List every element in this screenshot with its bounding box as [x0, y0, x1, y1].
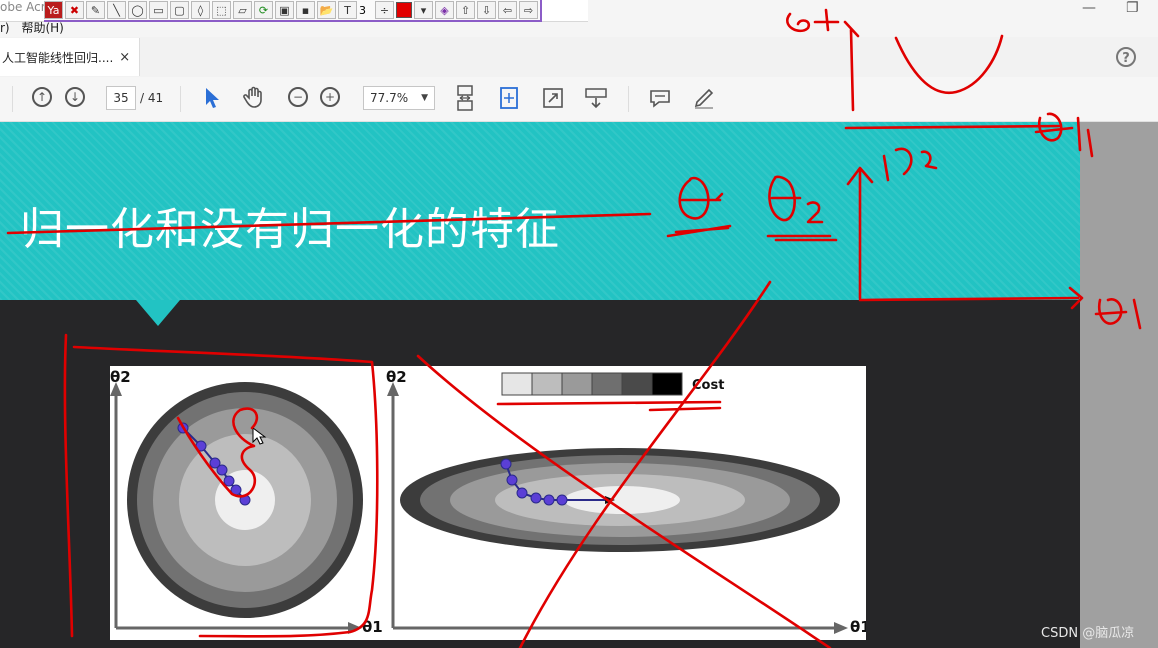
- legend-swatch: [591, 372, 623, 396]
- annotation-tools: Ya ✖ ✎ ╲ ◯ ▭ ▢ ◊ ⬚ ▱ ⟳ ▣ ▪ 📂 T 3 ÷ ▾ ◈ ⇧…: [44, 0, 542, 22]
- fit-width-icon[interactable]: [454, 84, 476, 112]
- marker-icon[interactable]: ◊: [191, 1, 210, 19]
- path-point: [216, 464, 228, 476]
- arrow-right-icon[interactable]: ⇨: [519, 1, 538, 19]
- fit-page-icon[interactable]: [498, 86, 520, 110]
- zoom-select[interactable]: 77.7% ▼: [363, 86, 435, 110]
- stepper-icon[interactable]: ÷: [375, 1, 394, 19]
- restore-icon[interactable]: ❐: [1126, 0, 1139, 16]
- left-x-arrow-icon: [348, 622, 362, 634]
- zoom-out-icon[interactable]: −: [288, 87, 308, 107]
- close-tool-icon[interactable]: ✖: [65, 1, 84, 19]
- path-point: [177, 422, 189, 434]
- select-pointer-icon[interactable]: [202, 86, 222, 110]
- path-point: [230, 484, 242, 496]
- tab-document[interactable]: 人工智能线性回归.... ×: [0, 38, 140, 76]
- path-point: [506, 474, 518, 486]
- legend-swatch: [531, 372, 563, 396]
- page-total: / 41: [140, 91, 164, 105]
- layers-icon[interactable]: ◈: [435, 1, 454, 19]
- hand-tool-icon[interactable]: [242, 84, 268, 110]
- refresh-icon[interactable]: ⟳: [254, 1, 273, 19]
- next-page-icon[interactable]: ↓: [65, 87, 85, 107]
- legend-swatch: [651, 372, 683, 396]
- watermark: CSDN @脑瓜凉: [1041, 626, 1135, 641]
- legend-label: Cost: [692, 378, 724, 393]
- minimize-icon[interactable]: —: [1082, 0, 1096, 16]
- slide-title: 归一化和没有归一化的特征: [20, 204, 560, 255]
- ink-cost-plus: [786, 8, 840, 33]
- right-y-label: θ2: [386, 368, 407, 386]
- right-x-label: θ1: [850, 618, 866, 636]
- path-point: [195, 440, 207, 452]
- cost-legend: Cost: [501, 372, 724, 396]
- toolbar-divider: [12, 86, 13, 112]
- left-x-label: θ1: [362, 618, 383, 636]
- eraser-icon[interactable]: ▱: [233, 1, 252, 19]
- document-side-area: [1080, 122, 1158, 648]
- rounded-rect-icon[interactable]: ▢: [170, 1, 189, 19]
- arrow-down-icon[interactable]: ⇩: [477, 1, 496, 19]
- right-x-arrow-icon: [834, 622, 848, 634]
- left-y-label: θ2: [110, 368, 131, 386]
- legend-swatch: [621, 372, 653, 396]
- close-icon[interactable]: ×: [119, 50, 130, 65]
- prev-page-icon[interactable]: ↑: [32, 87, 52, 107]
- tab-label: 人工智能线性回归....: [2, 50, 114, 65]
- color-dropdown-icon[interactable]: ▾: [414, 1, 433, 19]
- path-point: [543, 494, 555, 506]
- pdf-toolbar: [0, 77, 1158, 122]
- arrow-left-icon[interactable]: ⇦: [498, 1, 517, 19]
- path-point: [239, 494, 251, 506]
- app-title-fragment: obe Acr: [0, 0, 46, 14]
- path-point: [530, 492, 542, 504]
- path-point: [500, 458, 512, 470]
- select-rect-icon[interactable]: ⬚: [212, 1, 231, 19]
- zoom-in-icon[interactable]: +: [320, 87, 340, 107]
- toolbar-divider: [180, 86, 181, 112]
- pen-icon[interactable]: ✎: [86, 1, 105, 19]
- path-point: [556, 494, 568, 506]
- arrow-up-icon[interactable]: ⇧: [456, 1, 475, 19]
- page-number-input[interactable]: 35: [106, 86, 136, 110]
- ink-color-swatch[interactable]: [396, 2, 412, 18]
- zoom-value: 77.7%: [370, 91, 409, 105]
- scroll-mode-icon[interactable]: [584, 86, 608, 110]
- highlight-pen-icon[interactable]: [692, 86, 716, 110]
- comment-icon[interactable]: [648, 86, 672, 110]
- toolbar-divider: [628, 86, 629, 112]
- path-point: [516, 487, 528, 499]
- menu-bar: r) 帮助(H): [0, 19, 64, 37]
- window-icon[interactable]: ▣: [275, 1, 294, 19]
- contour-figure: θ2 θ1 θ2 θ1 Cost: [110, 368, 871, 636]
- legend-swatch: [561, 372, 593, 396]
- fullscreen-icon[interactable]: [542, 86, 564, 110]
- menu-item-fragment[interactable]: r): [0, 21, 10, 35]
- rectangle-icon[interactable]: ▭: [149, 1, 168, 19]
- help-icon[interactable]: ?: [1116, 47, 1136, 67]
- ellipse-icon[interactable]: ◯: [128, 1, 147, 19]
- text-icon[interactable]: T: [338, 1, 357, 19]
- slide-notch: [136, 300, 180, 326]
- open-icon[interactable]: 📂: [317, 1, 336, 19]
- tab-row: [0, 37, 1158, 78]
- chevron-down-icon: ▼: [421, 93, 428, 103]
- line-icon[interactable]: ╲: [107, 1, 126, 19]
- yellow-highlighter-icon[interactable]: Ya: [44, 1, 63, 19]
- figure-panel: θ2 θ1 θ2 θ1 Cost: [110, 366, 871, 640]
- line-width-value[interactable]: 3: [359, 1, 373, 19]
- legend-swatch: [501, 372, 533, 396]
- path-point: [223, 475, 235, 487]
- save-icon[interactable]: ▪: [296, 1, 315, 19]
- menu-help[interactable]: 帮助(H): [21, 21, 63, 35]
